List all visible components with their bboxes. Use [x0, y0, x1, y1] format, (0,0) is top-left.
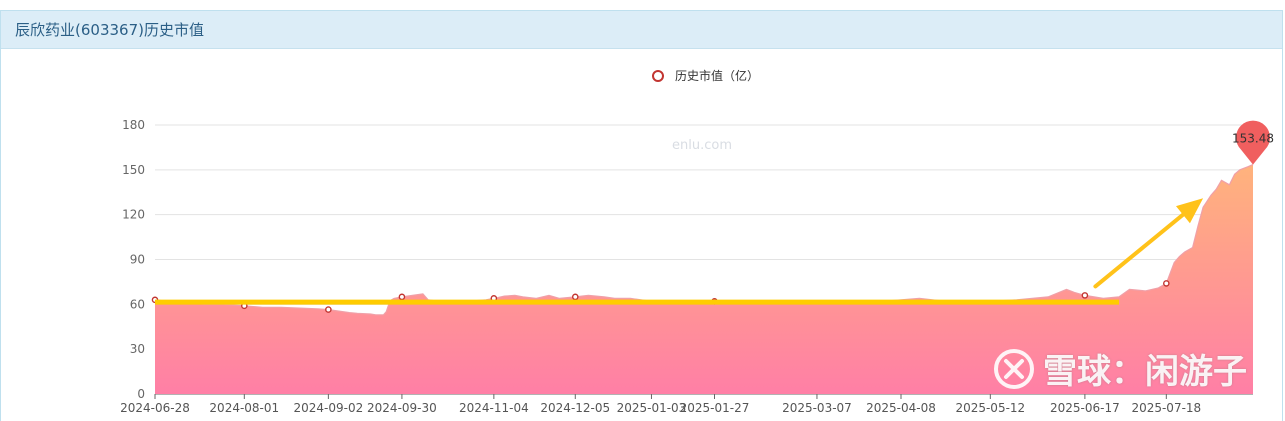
watermark-text: 雪球：闲游子: [1043, 352, 1247, 392]
x-tick-label: 2025-05-12: [955, 401, 1025, 415]
data-point: [1081, 292, 1089, 299]
x-tick-label: 2025-07-18: [1131, 401, 1201, 415]
site-watermark: enlu.com: [672, 138, 732, 153]
series-line: [154, 164, 1254, 316]
y-tick-label: 90: [130, 253, 145, 267]
x-tick-label: 2024-08-01: [209, 401, 279, 415]
x-tick-label: 2025-06-17: [1050, 401, 1120, 415]
data-point: [325, 306, 332, 313]
x-tick-label: 2024-12-05: [540, 401, 610, 415]
x-tick-label: 2025-01-03: [617, 401, 687, 415]
y-tick-label: 30: [130, 342, 145, 356]
y-tick-label: 180: [122, 118, 145, 132]
data-point: [1163, 280, 1170, 287]
xueqiu-logo-icon: [994, 348, 1034, 389]
y-tick-label: 120: [122, 208, 145, 222]
y-tick-label: 0: [137, 387, 145, 401]
x-tick-label: 2024-11-04: [459, 401, 529, 415]
legend-label: 历史市值（亿）: [675, 68, 759, 83]
data-point: [571, 293, 579, 301]
x-tick-label: 2024-09-02: [293, 401, 363, 415]
data-point: [398, 293, 406, 301]
x-tick-label: 2025-03-07: [782, 401, 852, 415]
max-value-label: 153.48: [1232, 132, 1274, 146]
x-tick-label: 2025-01-27: [680, 401, 750, 415]
x-tick-label: 2024-09-30: [367, 401, 437, 415]
legend-icon: [652, 70, 664, 82]
x-tick-label: 2024-06-28: [120, 401, 190, 415]
xueqiu-watermark: 雪球：闲游子: [993, 344, 1247, 393]
y-tick-label: 60: [130, 297, 145, 311]
x-tick-label: 2025-04-08: [866, 401, 936, 415]
y-tick-label: 150: [122, 163, 145, 177]
